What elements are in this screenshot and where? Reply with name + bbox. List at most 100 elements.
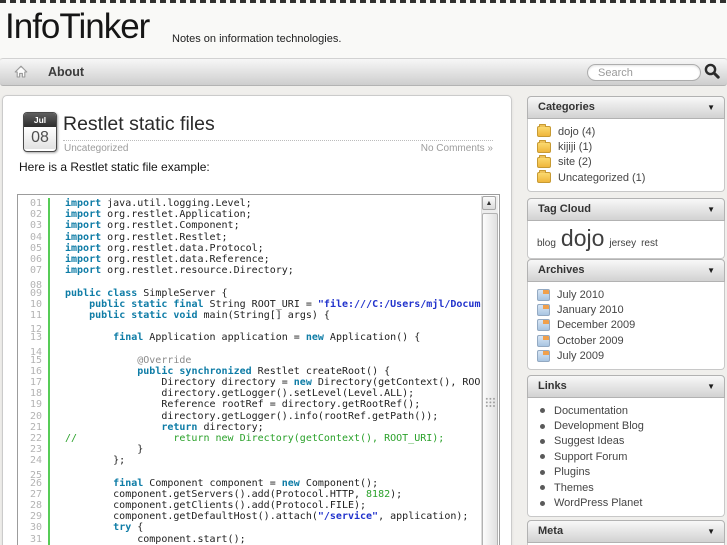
- link-item[interactable]: Suggest Ideas: [537, 434, 715, 449]
- code-text: @Override: [48, 354, 191, 366]
- widget-categories-header[interactable]: Categories ▼: [527, 96, 725, 119]
- archive-item[interactable]: July 2009: [537, 349, 715, 364]
- link-label[interactable]: Support Forum: [554, 451, 627, 463]
- chevron-down-icon[interactable]: ▼: [707, 97, 715, 118]
- category-item[interactable]: dojo (4): [537, 124, 715, 139]
- tag-link[interactable]: jersey: [609, 238, 636, 249]
- bullet-icon: [540, 500, 545, 506]
- link-item[interactable]: Plugins: [537, 465, 715, 480]
- link-label[interactable]: Development Blog: [554, 420, 644, 432]
- code-text: return directory;: [48, 421, 264, 433]
- widget-meta-header[interactable]: Meta ▼: [527, 520, 725, 543]
- post-container: Jul 08 Restlet static files Uncategorize…: [2, 95, 512, 545]
- code-line: 02 import org.restlet.Application;: [18, 209, 499, 221]
- post-title[interactable]: Restlet static files: [63, 113, 215, 136]
- code-line: 18 directory.getLogger().setLevel(Level.…: [18, 388, 499, 400]
- link-item[interactable]: Documentation: [537, 403, 715, 418]
- code-line: 31 component.start();: [18, 533, 499, 545]
- category-label[interactable]: dojo (4): [558, 126, 595, 138]
- code-token: void: [173, 309, 198, 321]
- code-token: import: [65, 253, 102, 265]
- nav-item-about[interactable]: About: [48, 65, 84, 79]
- archive-label[interactable]: July 2009: [557, 350, 604, 362]
- widget-tag-cloud-header[interactable]: Tag Cloud ▼: [527, 198, 725, 221]
- code-line: 13 final Application application = new A…: [18, 332, 499, 344]
- link-item[interactable]: Support Forum: [537, 449, 715, 464]
- archive-label[interactable]: December 2009: [557, 319, 635, 331]
- post-comments-link[interactable]: No Comments »: [421, 143, 493, 154]
- tag-link[interactable]: rest: [641, 238, 658, 249]
- home-icon[interactable]: [13, 64, 29, 80]
- tag-link[interactable]: dojo: [561, 225, 604, 251]
- folder-icon: [537, 154, 551, 168]
- category-label[interactable]: Uncategorized (1): [558, 172, 645, 184]
- archive-item[interactable]: December 2009: [537, 318, 715, 333]
- code-line: 08: [18, 276, 499, 291]
- post-meta-row: Uncategorized No Comments »: [64, 143, 493, 154]
- link-label[interactable]: Themes: [554, 482, 594, 494]
- link-item[interactable]: Themes: [537, 480, 715, 495]
- bullet-icon: [540, 469, 545, 475]
- code-line: 29 component.getDefaultHost().attach("/s…: [18, 511, 499, 523]
- link-item[interactable]: WordPress Planet: [537, 495, 715, 510]
- chevron-down-icon[interactable]: ▼: [707, 199, 715, 220]
- code-token: Directory directory =: [65, 377, 294, 388]
- tag-link[interactable]: blog: [537, 238, 556, 249]
- code-text: [48, 321, 65, 333]
- link-label[interactable]: Suggest Ideas: [554, 435, 624, 447]
- search-input[interactable]: [587, 64, 701, 81]
- category-label[interactable]: site (2): [558, 156, 592, 168]
- archive-item[interactable]: January 2010: [537, 302, 715, 317]
- widget-archives: Archives ▼ July 2010 January 2010 December…: [527, 259, 725, 370]
- code-token: class: [107, 287, 138, 299]
- bullet-icon: [540, 408, 545, 414]
- line-number: 27: [29, 488, 42, 500]
- link-item[interactable]: Development Blog: [537, 418, 715, 433]
- search-icon[interactable]: [703, 62, 721, 80]
- scrollbar-thumb[interactable]: [482, 213, 498, 545]
- category-item[interactable]: kijiji (1): [537, 139, 715, 154]
- code-token: directory.getLogger().setLevel(Level.ALL…: [65, 388, 415, 400]
- post-category-link[interactable]: Uncategorized: [64, 143, 128, 154]
- code-token: Reference rootRef = directory.getRootRef…: [65, 399, 421, 411]
- code-token: public: [89, 298, 126, 310]
- link-label[interactable]: Plugins: [554, 466, 590, 478]
- link-label[interactable]: WordPress Planet: [554, 497, 642, 509]
- folder-icon: [537, 170, 551, 184]
- chevron-down-icon[interactable]: ▼: [707, 260, 715, 281]
- archive-item[interactable]: July 2010: [537, 287, 715, 302]
- code-token: synchronized: [179, 365, 252, 377]
- chevron-down-icon[interactable]: ▼: [707, 521, 715, 542]
- widget-links-header[interactable]: Links ▼: [527, 375, 725, 398]
- widget-links: Links ▼ Documentation Development Blog Sug…: [527, 375, 725, 517]
- site-title[interactable]: InfoTinker: [5, 7, 150, 47]
- site-tagline: Notes on information technologies.: [172, 33, 342, 45]
- scrollbar-up-arrow-icon[interactable]: ▲: [482, 196, 496, 210]
- chevron-down-icon[interactable]: ▼: [707, 376, 715, 397]
- archive-label[interactable]: October 2009: [557, 335, 624, 347]
- category-item[interactable]: site (2): [537, 154, 715, 170]
- archive-label[interactable]: July 2010: [557, 289, 604, 301]
- code-token: Restlet createRoot() {: [251, 365, 391, 377]
- code-token: try: [113, 522, 132, 534]
- scrollbar-grip-icon: [485, 397, 495, 408]
- archive-label[interactable]: January 2010: [557, 304, 624, 316]
- widget-meta-title: Meta: [538, 525, 564, 537]
- code-token: java.util.logging.Level;: [101, 198, 252, 209]
- code-token: org.restlet.Application;: [101, 209, 252, 221]
- widget-archives-header[interactable]: Archives ▼: [527, 259, 725, 282]
- category-label[interactable]: kijiji (1): [558, 141, 592, 153]
- code-line: 22 // return new Directory(getContext(), …: [18, 432, 499, 445]
- code-token: main(String[] args) {: [197, 309, 330, 321]
- line-number: 13: [29, 332, 42, 344]
- code-token: 8182: [366, 488, 391, 500]
- link-label[interactable]: Documentation: [554, 405, 628, 417]
- code-text: [48, 343, 65, 355]
- archive-item[interactable]: October 2009: [537, 333, 715, 348]
- category-item[interactable]: Uncategorized (1): [537, 170, 715, 185]
- calendar-icon: [537, 334, 550, 347]
- code-token: import: [65, 265, 102, 277]
- code-token: final: [113, 477, 144, 489]
- code-scrollbar[interactable]: ▲: [481, 196, 498, 545]
